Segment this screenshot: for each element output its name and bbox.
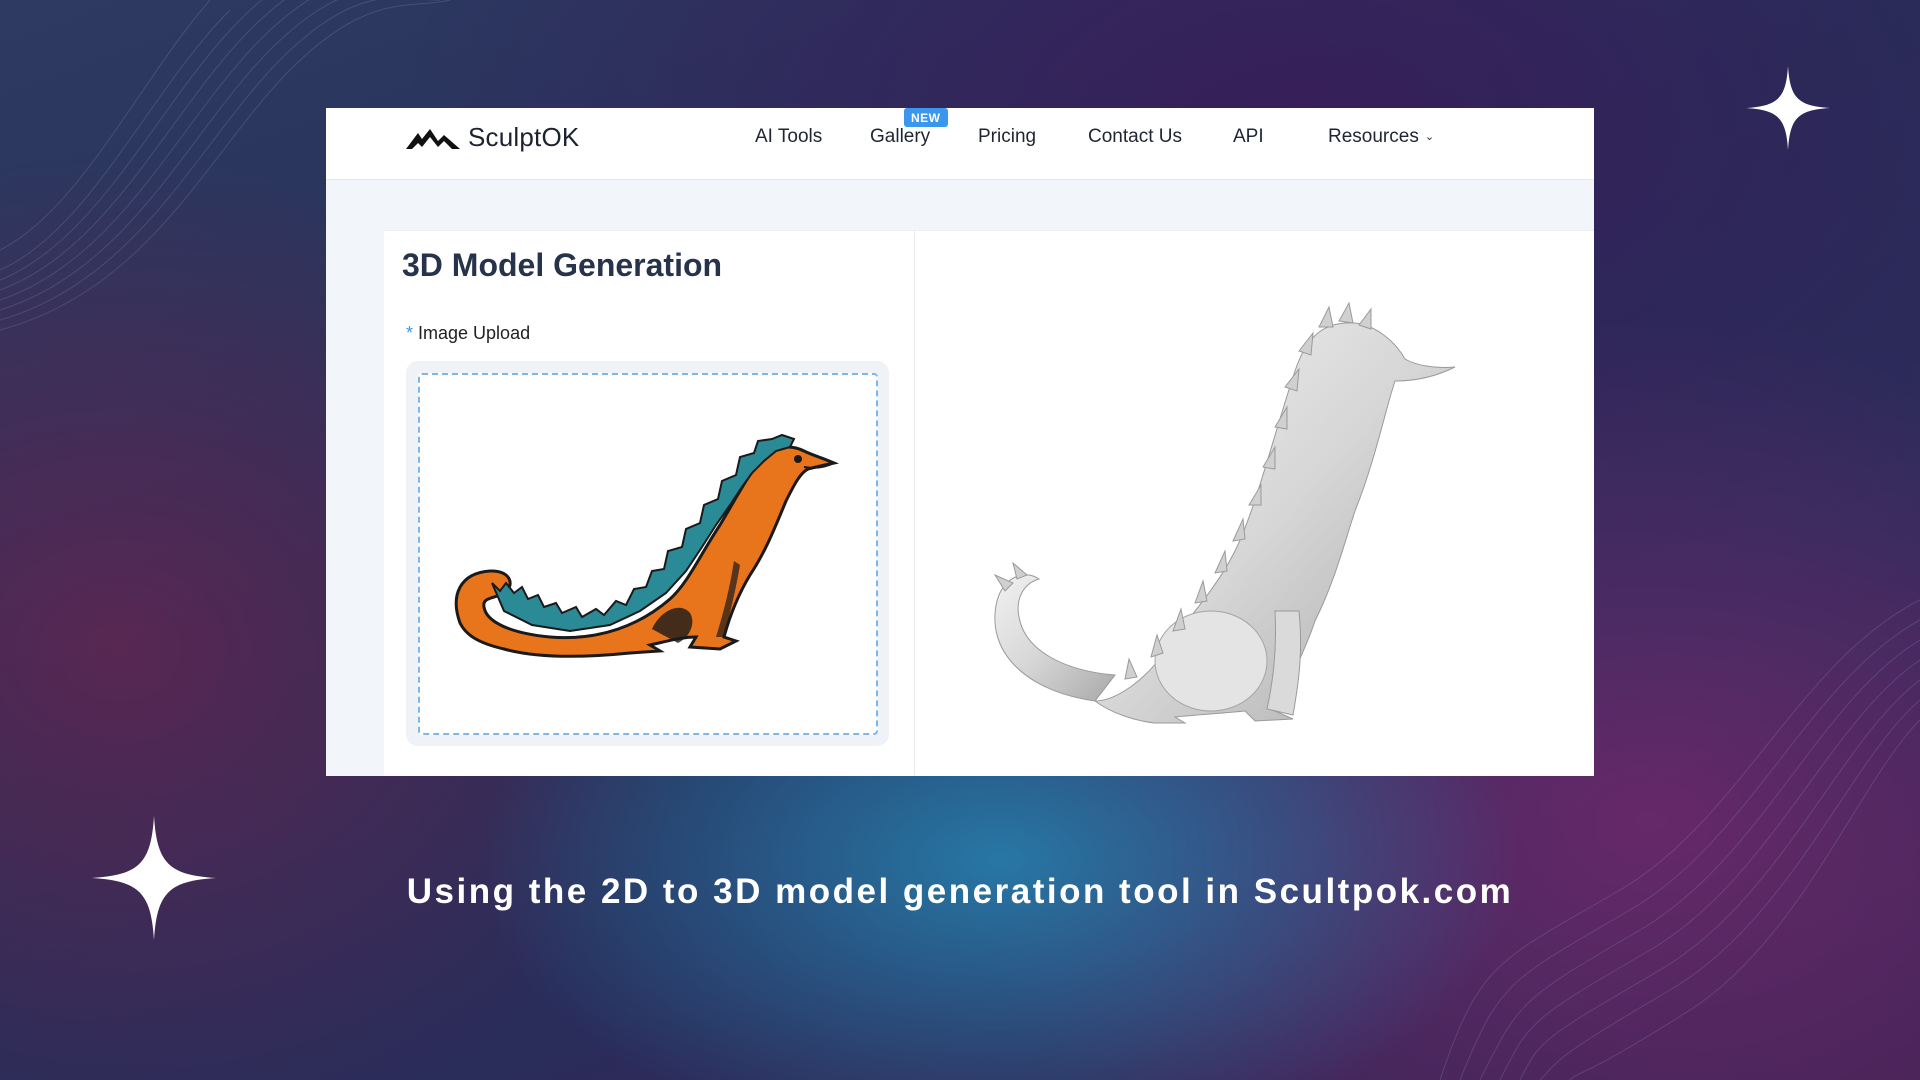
mountain-logo-icon	[406, 128, 460, 149]
top-navbar: SculptOK AI Tools Gallery NEW Pricing Co…	[326, 108, 1594, 180]
app-window: SculptOK AI Tools Gallery NEW Pricing Co…	[326, 108, 1594, 776]
image-upload-label: * Image Upload	[406, 323, 530, 344]
image-upload-dropzone[interactable]	[418, 373, 878, 735]
page-title: 3D Model Generation	[402, 247, 723, 283]
brand-logo[interactable]: SculptOK	[404, 122, 579, 153]
nav-ai-tools[interactable]: AI Tools	[755, 126, 822, 148]
uploaded-dragon-image	[454, 433, 840, 658]
nav-pricing[interactable]: Pricing	[978, 126, 1036, 148]
nav-contact-us[interactable]: Contact Us	[1088, 126, 1182, 148]
new-badge: NEW	[904, 108, 948, 127]
nav-gallery[interactable]: Gallery	[870, 126, 930, 148]
nav-api[interactable]: API	[1233, 126, 1264, 148]
generated-3d-model	[993, 301, 1456, 724]
model-preview-panel	[915, 230, 1594, 776]
image-upload-area[interactable]	[406, 361, 889, 746]
nav-resources[interactable]: Resources ⌄	[1328, 126, 1434, 148]
chevron-down-icon: ⌄	[1424, 131, 1435, 144]
caption-text: Using the 2D to 3D model generation tool…	[406, 872, 1514, 911]
nav-resources-label: Resources	[1328, 126, 1419, 147]
sparkle-icon	[1746, 66, 1830, 150]
image-upload-label-text: Image Upload	[418, 323, 531, 343]
generation-form-panel: 3D Model Generation * Image Upload	[384, 230, 915, 776]
brand-name: SculptOK	[468, 122, 580, 152]
required-marker: *	[406, 323, 414, 343]
